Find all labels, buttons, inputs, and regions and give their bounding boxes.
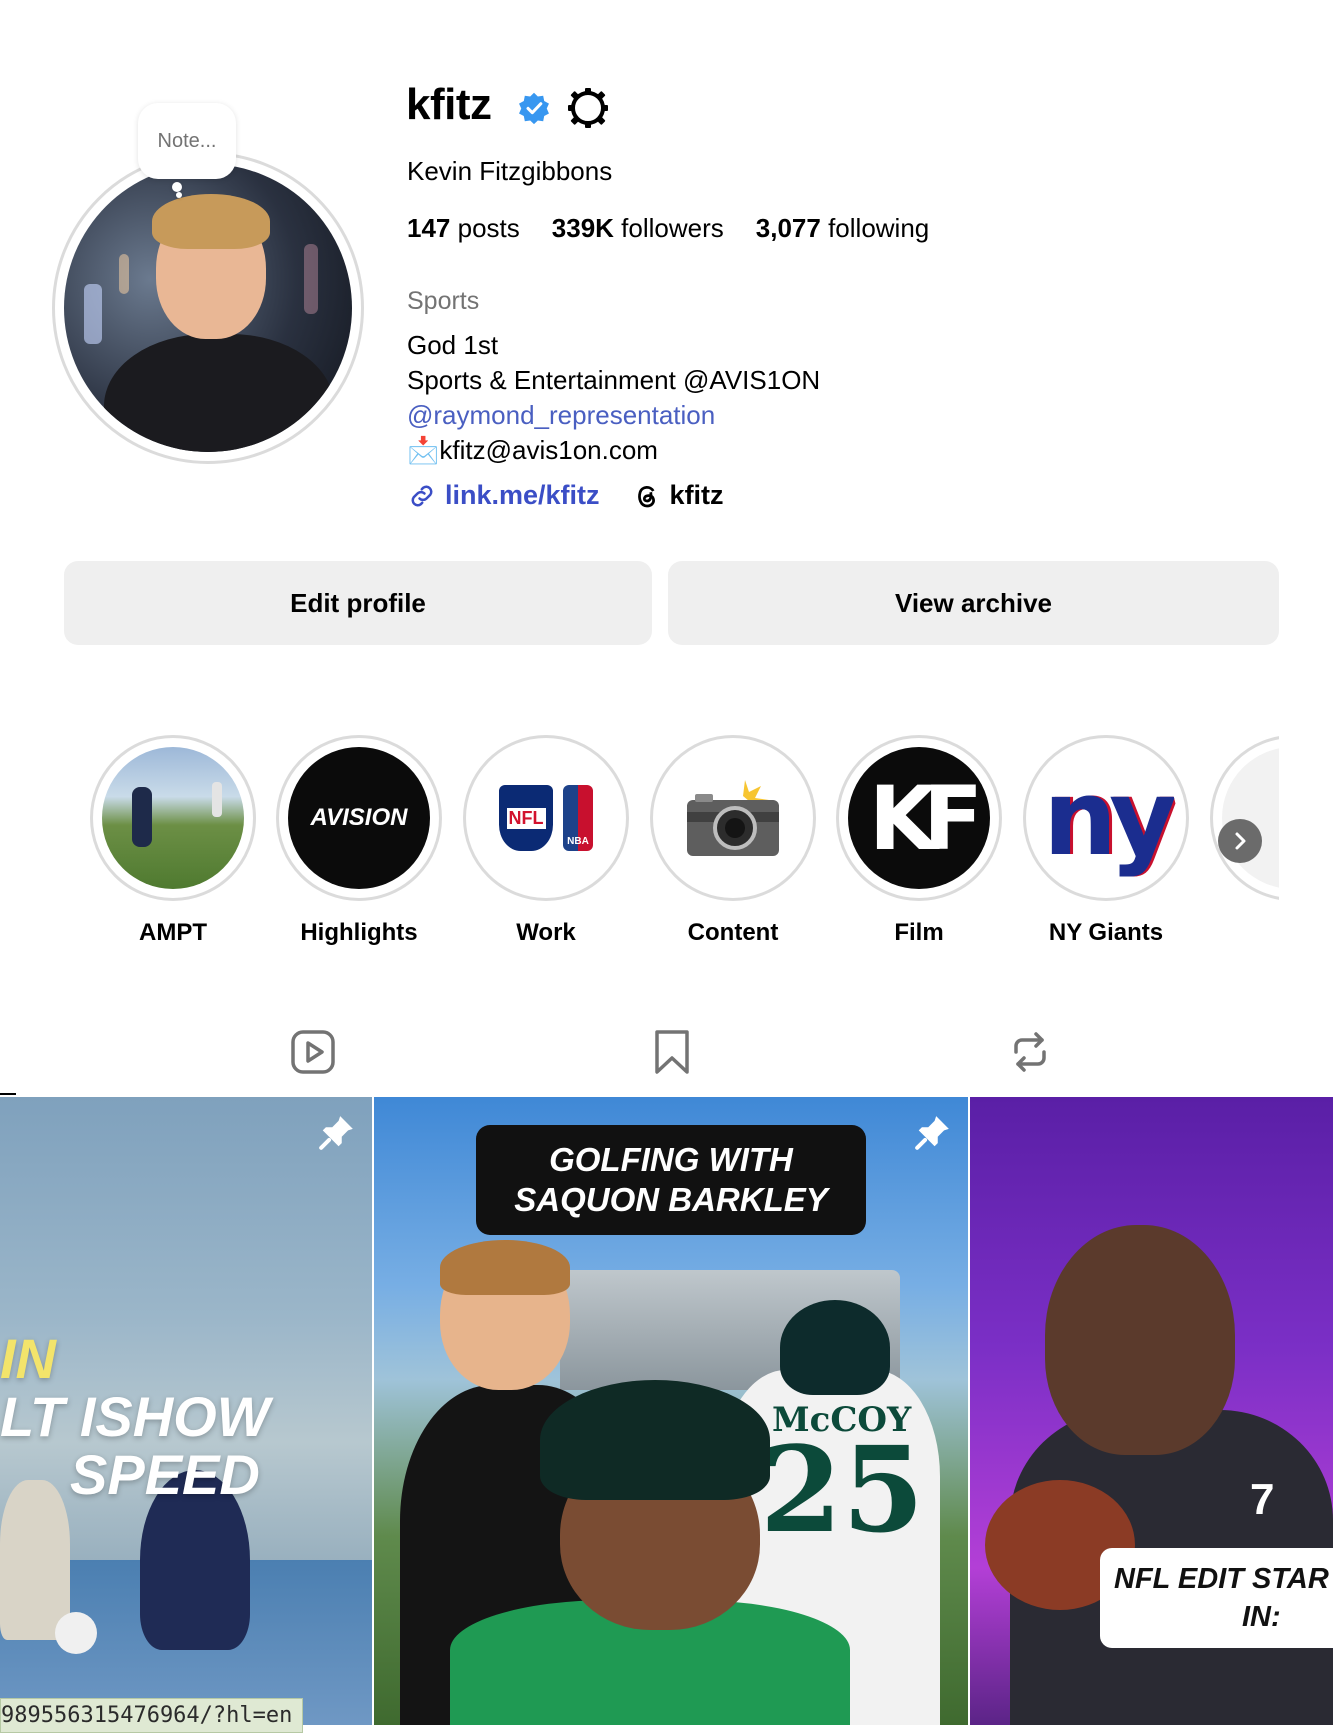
highlight-label: Content	[687, 919, 779, 946]
highlight-highlights[interactable]: AVISION Highlights	[276, 735, 442, 947]
username: kfitz	[406, 80, 492, 129]
post-image-helmet	[540, 1380, 770, 1500]
post-image-helmet	[780, 1300, 890, 1395]
pinned-icon	[915, 1116, 949, 1150]
posts-stat: 147 posts	[407, 213, 520, 244]
saved-tab-icon[interactable]	[648, 1028, 696, 1076]
pinned-icon	[319, 1116, 353, 1150]
post-title-banner: GOLFING WITH SAQUON BARKLEY	[476, 1125, 866, 1235]
reels-tab-icon[interactable]	[289, 1028, 337, 1076]
ny-giants-logo: ny	[1043, 757, 1177, 879]
highlight-label: Film	[894, 919, 944, 946]
highlight-work[interactable]: NFL NBA Work	[463, 735, 629, 947]
post-overlay-text: IN LT ISHOW SPEED	[0, 1327, 270, 1506]
highlight-content[interactable]: Content	[650, 735, 816, 947]
profile-category: Sports	[407, 287, 480, 315]
following-stat[interactable]: 3,077 following	[756, 213, 929, 244]
nba-logo: NBA	[563, 785, 593, 851]
threads-handle: kfitz	[669, 480, 724, 510]
highlight-film[interactable]: KF Film	[836, 735, 1002, 947]
followers-count: 339K	[551, 213, 614, 243]
active-tab-indicator	[0, 1093, 16, 1095]
following-label: following	[828, 213, 930, 243]
link-icon	[411, 485, 433, 506]
highlight-label: Work	[516, 919, 576, 946]
bio-mention-link[interactable]: @raymond_representation	[407, 398, 820, 433]
bio-email: kfitz@avis1on.com	[439, 435, 658, 465]
envelope-icon: 📩	[407, 435, 440, 465]
reposts-tab-icon[interactable]	[1006, 1028, 1054, 1076]
bio-email-line: 📩kfitz@avis1on.com	[407, 433, 820, 468]
highlight-label: AMPT	[139, 919, 207, 946]
post-image-ball	[55, 1612, 97, 1654]
note-bubble-tail-small	[176, 192, 182, 198]
external-link-label: link.me/kfitz	[445, 480, 600, 510]
highlight-ampt[interactable]: AMPT	[90, 735, 256, 947]
bio-line: Sports & Entertainment @AVIS1ON	[407, 365, 821, 395]
kf-logo: KF	[868, 766, 983, 870]
note-bubble[interactable]: Note...	[138, 103, 236, 179]
threads-icon	[637, 485, 655, 507]
post-image-figure	[0, 1480, 70, 1640]
profile-stats: 147 posts 339K followers 3,077 following	[407, 213, 929, 244]
note-bubble-tail	[172, 182, 182, 192]
highlights-next-button[interactable]	[1218, 819, 1262, 863]
threads-link[interactable]: kfitz	[632, 480, 724, 511]
profile-links: link.me/kfitz kfitz	[407, 480, 724, 511]
highlight-label: NY Giants	[1048, 919, 1164, 946]
highlight-label: Highlights	[300, 919, 418, 946]
post-image-face	[1045, 1225, 1235, 1455]
avatar[interactable]	[64, 164, 352, 452]
bio: God 1st Sports & Entertainment @AVIS1ON …	[407, 328, 820, 468]
view-archive-button[interactable]: View archive	[668, 561, 1279, 645]
followers-label: followers	[621, 213, 724, 243]
followers-stat[interactable]: 339K followers	[552, 213, 724, 244]
nfl-logo: NFL	[499, 785, 553, 851]
post-image-hair	[440, 1240, 570, 1295]
following-count: 3,077	[755, 213, 821, 243]
external-link[interactable]: link.me/kfitz	[407, 480, 600, 511]
settings-gear-icon[interactable]	[566, 86, 610, 130]
post-overlay-label: NFL EDIT STAR IN:	[1100, 1548, 1333, 1648]
highlight-ny-giants[interactable]: ny NY Giants	[1023, 735, 1189, 947]
verified-badge-icon	[519, 92, 549, 125]
full-name: Kevin Fitzgibbons	[407, 156, 613, 186]
note-placeholder: Note...	[157, 129, 217, 152]
post-overlay-number: 7	[1250, 1475, 1275, 1524]
url-status-bar: 989556315476964/?hl=en	[0, 1698, 304, 1733]
highlight-label: N	[1210, 919, 1279, 947]
highlights-strip: AMPT AVISION Highlights NFL NBA Work Con…	[90, 735, 1279, 955]
bio-line: God 1st	[407, 330, 499, 360]
edit-profile-button[interactable]: Edit profile	[64, 561, 652, 645]
chevron-right-icon	[1235, 832, 1246, 850]
post-jersey-number: 25	[760, 1420, 925, 1559]
posts-label: posts	[457, 213, 520, 243]
camera-flash-icon	[687, 780, 779, 856]
posts-count: 147	[407, 213, 451, 243]
avision-logo: AVISION	[310, 804, 408, 831]
